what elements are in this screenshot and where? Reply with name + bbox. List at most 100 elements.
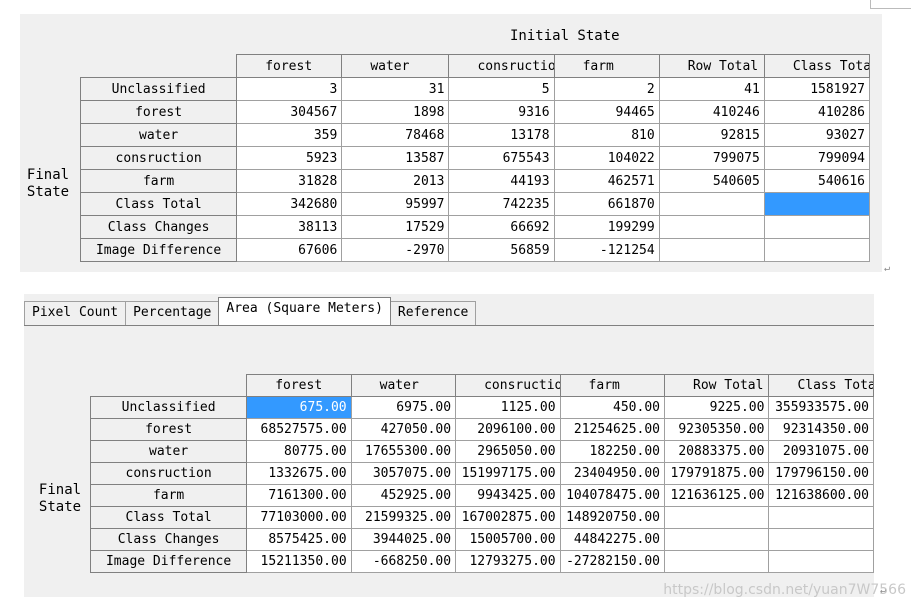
table-cell[interactable]: 68527575.00 (246, 418, 352, 441)
table-cell[interactable]: 67606 (236, 238, 343, 262)
table-cell[interactable]: 9225.00 (663, 396, 770, 419)
row-header-consruction[interactable]: consruction (79, 146, 238, 170)
table-cell[interactable]: 799094 (763, 146, 871, 170)
table-cell[interactable]: 104078475.00 (559, 484, 666, 507)
table-cell[interactable]: 410286 (763, 100, 871, 124)
table-cell[interactable]: 151997175.00 (455, 462, 561, 485)
table-cell[interactable]: 5923 (236, 146, 343, 170)
table-cell[interactable]: 799075 (658, 146, 765, 170)
table-cell[interactable]: 44842275.00 (559, 528, 666, 551)
table-cell[interactable]: 182250.00 (559, 440, 666, 463)
table-cell[interactable]: 80775.00 (246, 440, 352, 463)
table-cell[interactable]: 179791875.00 (663, 462, 770, 485)
table-cell[interactable]: 342680 (236, 192, 343, 216)
table-cell[interactable]: 8575425.00 (246, 528, 352, 551)
row-header-forest[interactable]: forest (79, 100, 238, 124)
table-cell[interactable]: 20931075.00 (768, 440, 874, 463)
row-header-farm[interactable]: farm (89, 484, 248, 507)
table-cell[interactable] (658, 192, 765, 216)
table-cell[interactable]: 13587 (341, 146, 450, 170)
table-cell[interactable]: 95997 (341, 192, 450, 216)
table-cell[interactable]: 148920750.00 (559, 506, 666, 529)
table-cell[interactable]: 179796150.00 (768, 462, 874, 485)
column-header-farm[interactable]: farm (553, 54, 660, 78)
table-cell[interactable]: 742235 (448, 192, 555, 216)
row-header-class-changes[interactable]: Class Changes (89, 528, 248, 551)
row-header-class-total[interactable]: Class Total (79, 192, 238, 216)
table-cell[interactable]: 12793275.00 (455, 550, 561, 573)
table-cell[interactable]: 17529 (341, 215, 450, 239)
table-cell[interactable] (663, 550, 770, 573)
table-cell[interactable]: 15005700.00 (455, 528, 561, 551)
table-cell[interactable]: 199299 (553, 215, 660, 239)
table-cell[interactable]: 21599325.00 (350, 506, 457, 529)
tab-pixel-count[interactable]: Pixel Count (24, 301, 127, 325)
table-cell[interactable] (658, 215, 765, 239)
table-cell[interactable]: 1581927 (763, 77, 871, 101)
table-cell[interactable]: 13178 (448, 123, 555, 147)
column-header-consruction[interactable]: consruction (455, 374, 561, 397)
table-cell[interactable]: -27282150.00 (559, 550, 666, 573)
table-cell[interactable]: -2970 (341, 238, 450, 262)
row-header-water[interactable]: water (79, 123, 238, 147)
column-header-forest[interactable]: forest (236, 54, 343, 78)
table-cell[interactable]: 21254625.00 (559, 418, 666, 441)
table-cell[interactable]: 44193 (448, 169, 555, 193)
table-cell[interactable]: 540605 (658, 169, 765, 193)
table-cell[interactable]: 675.00 (246, 396, 352, 419)
row-header-class-total[interactable]: Class Total (89, 506, 248, 529)
table-cell[interactable]: 94465 (553, 100, 660, 124)
row-header-water[interactable]: water (89, 440, 248, 463)
column-header-row-total[interactable]: Row Total (658, 54, 765, 78)
table-cell[interactable]: 78468 (341, 123, 450, 147)
table-cell[interactable] (658, 238, 765, 262)
column-header-water[interactable]: water (350, 374, 457, 397)
column-header-row-total[interactable]: Row Total (663, 374, 770, 397)
table-cell[interactable]: 9316 (448, 100, 555, 124)
tab-area-square-meters[interactable]: Area (Square Meters) (218, 297, 391, 325)
row-header-class-changes[interactable]: Class Changes (79, 215, 238, 239)
table-cell[interactable]: 6975.00 (350, 396, 457, 419)
row-header-unclassified[interactable]: Unclassified (89, 396, 248, 419)
table-cell[interactable]: -668250.00 (350, 550, 457, 573)
tab-percentage[interactable]: Percentage (125, 301, 220, 325)
table-cell[interactable]: 17655300.00 (350, 440, 457, 463)
table-cell[interactable]: 23404950.00 (559, 462, 666, 485)
column-header-class-total[interactable]: Class Total (768, 374, 874, 397)
table-cell[interactable]: 3057075.00 (350, 462, 457, 485)
table-cell[interactable]: 7161300.00 (246, 484, 352, 507)
table-cell[interactable]: 121638600.00 (768, 484, 874, 507)
row-header-image-difference[interactable]: Image Difference (79, 238, 238, 262)
table-cell[interactable]: 2096100.00 (455, 418, 561, 441)
column-header-water[interactable]: water (341, 54, 450, 78)
table-cell[interactable]: -121254 (553, 238, 660, 262)
table-cell[interactable]: 41 (658, 77, 765, 101)
tab-reference[interactable]: Reference (389, 301, 477, 325)
table-cell[interactable] (663, 528, 770, 551)
table-cell[interactable]: 56859 (448, 238, 555, 262)
row-header-forest[interactable]: forest (89, 418, 248, 441)
table-cell[interactable]: 1125.00 (455, 396, 561, 419)
table-cell[interactable]: 15211350.00 (246, 550, 352, 573)
table-cell[interactable]: 66692 (448, 215, 555, 239)
table-cell[interactable]: 304567 (236, 100, 343, 124)
table-cell[interactable]: 810 (553, 123, 660, 147)
table-cell[interactable] (768, 506, 874, 529)
table-cell[interactable]: 38113 (236, 215, 343, 239)
table-cell[interactable]: 462571 (553, 169, 660, 193)
table-cell[interactable]: 93027 (763, 123, 871, 147)
table-cell[interactable]: 359 (236, 123, 343, 147)
table-cell[interactable]: 31828 (236, 169, 343, 193)
table-cell[interactable] (763, 215, 871, 239)
table-cell[interactable]: 355933575.00 (768, 396, 874, 419)
table-cell[interactable]: 3944025.00 (350, 528, 457, 551)
table-cell[interactable]: 661870 (553, 192, 660, 216)
table-cell[interactable]: 167002875.00 (455, 506, 561, 529)
table-cell[interactable]: 540616 (763, 169, 871, 193)
table-cell[interactable]: 121636125.00 (663, 484, 770, 507)
table-cell[interactable]: 427050.00 (350, 418, 457, 441)
table-cell[interactable]: 77103000.00 (246, 506, 352, 529)
column-header-class-total[interactable]: Class Total (763, 54, 871, 78)
table-cell[interactable] (768, 550, 874, 573)
table-cell[interactable]: 5 (448, 77, 555, 101)
